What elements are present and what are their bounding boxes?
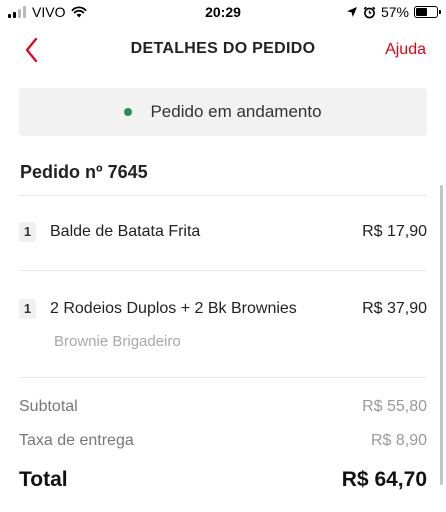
order-number-title: Pedido nº 7645: [20, 162, 148, 182]
item-option: Brownie Brigadeiro: [54, 333, 181, 350]
divider: [19, 270, 427, 271]
item-name: 2 Rodeios Duplos + 2 Bk Brownies: [50, 300, 297, 317]
page-header: DETALHES DO PEDIDO Ajuda: [0, 28, 446, 72]
alarm-icon: [363, 6, 376, 18]
item-price: R$ 37,90: [362, 300, 427, 317]
status-dot-icon: [124, 108, 133, 116]
status-bar-right: 57%: [346, 4, 441, 20]
item-name: Balde de Batata Frita: [50, 223, 201, 240]
scrollbar[interactable]: [440, 185, 443, 485]
item-price: R$ 17,90: [362, 223, 427, 240]
page-title: DETALHES DO PEDIDO: [130, 40, 316, 57]
delivery-fee-value: R$ 8,90: [370, 432, 427, 449]
total-value: R$ 64,70: [341, 468, 427, 491]
battery-icon: [414, 6, 441, 18]
status-bar: VIVO 20:29 57%: [0, 0, 446, 26]
item-quantity-badge: 1: [19, 299, 36, 319]
battery-level-fill: [416, 8, 428, 16]
total-label: Total: [19, 468, 68, 491]
location-icon: [346, 7, 357, 17]
subtotal-label: Subtotal: [19, 398, 78, 415]
divider: [19, 195, 427, 196]
item-quantity-badge: 1: [19, 222, 36, 242]
battery-percent: 57%: [380, 4, 409, 20]
order-status-card: Pedido em andamento: [19, 88, 427, 136]
help-link[interactable]: Ajuda: [385, 41, 426, 59]
divider: [19, 377, 427, 378]
subtotal-value: R$ 55,80: [362, 398, 427, 415]
order-status-text: Pedido em andamento: [150, 102, 322, 121]
delivery-fee-label: Taxa de entrega: [19, 432, 134, 449]
